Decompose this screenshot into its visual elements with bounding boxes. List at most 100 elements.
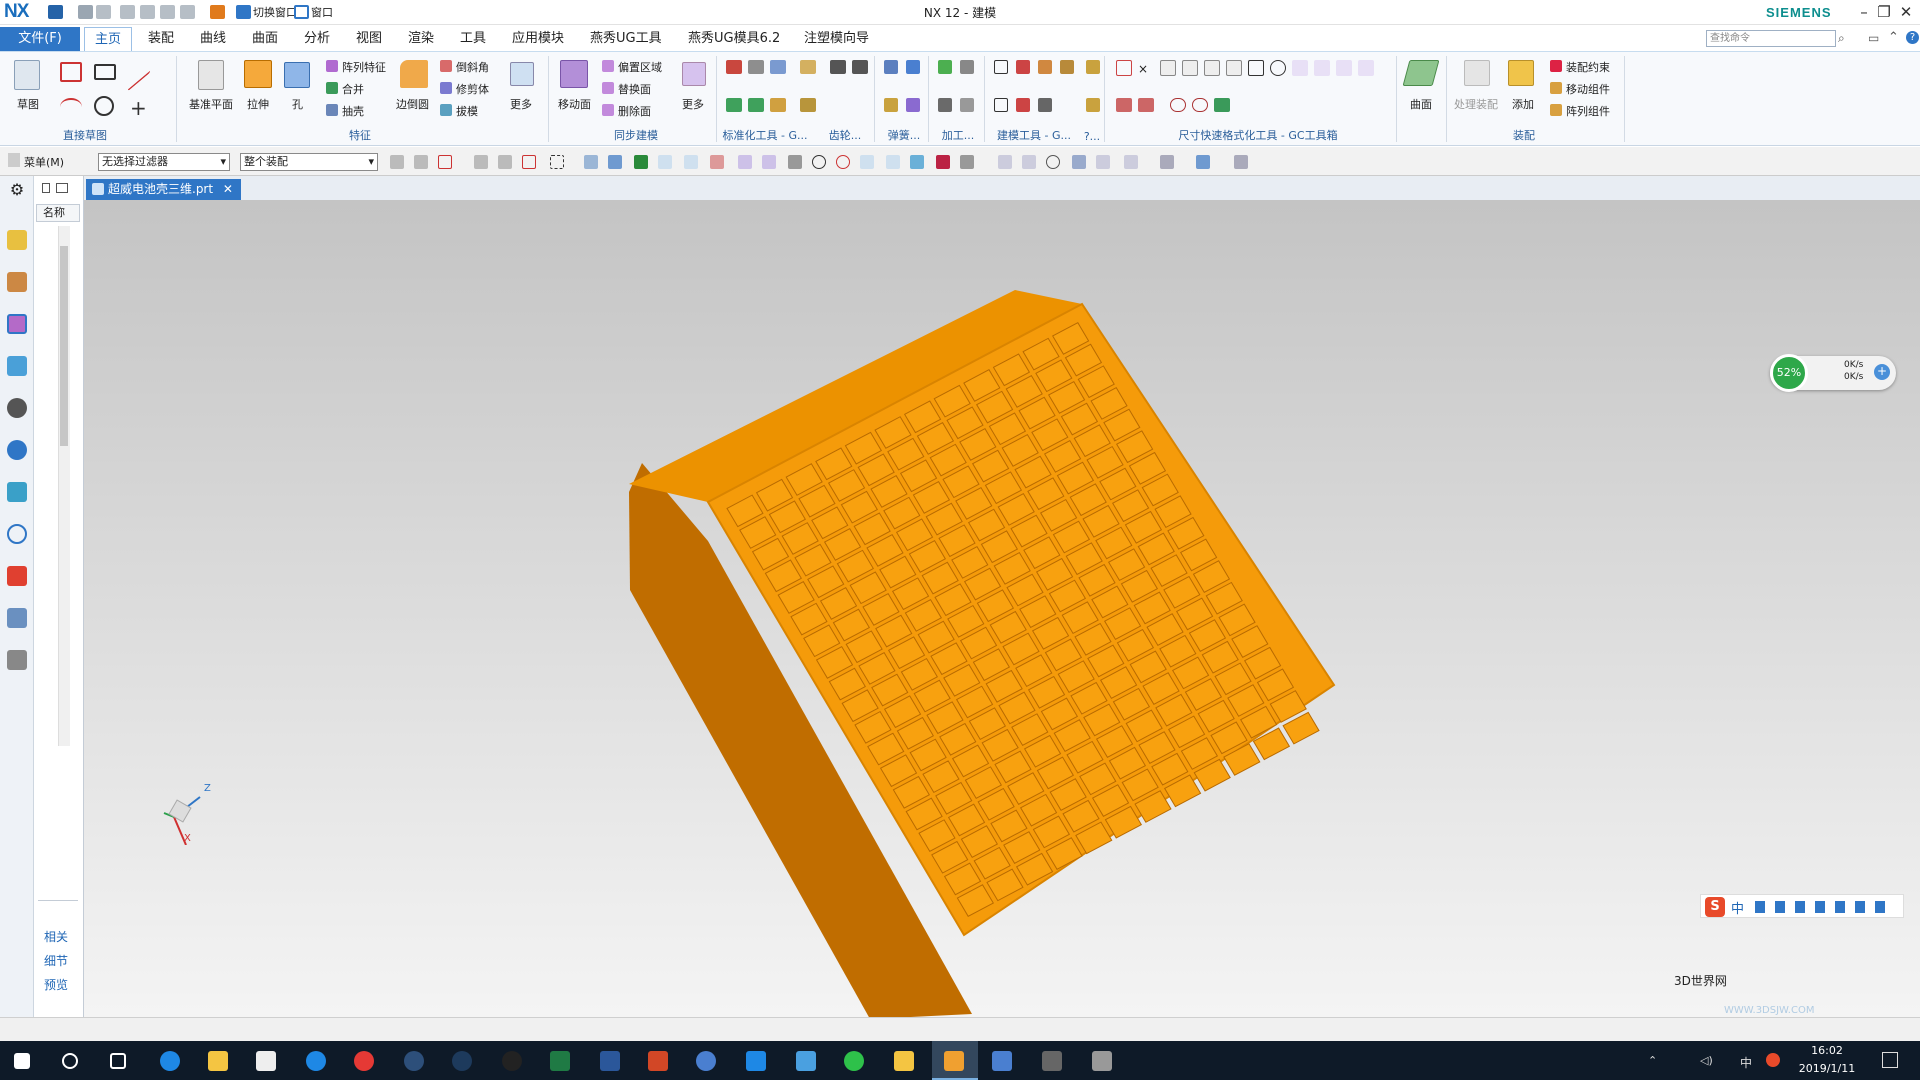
menu-button[interactable]: 菜单(M): [24, 154, 64, 170]
standard-part-icon[interactable]: [748, 98, 764, 112]
snap-tool-icon[interactable]: [910, 155, 924, 169]
view-tool-icon[interactable]: [998, 155, 1012, 169]
pin-icon[interactable]: [42, 183, 50, 193]
feature-more-button[interactable]: 更多: [510, 96, 532, 112]
move-component-button[interactable]: 移动组件: [1566, 81, 1610, 97]
accelerate-icon[interactable]: +: [1874, 364, 1890, 380]
settings-gear-icon[interactable]: ⚙: [7, 180, 27, 200]
tab-curve[interactable]: 曲线: [190, 27, 236, 51]
app-icon[interactable]: [746, 1051, 766, 1071]
dimension-format-icon[interactable]: [1248, 60, 1264, 76]
selection-tool-icon[interactable]: [522, 155, 536, 169]
snap-tool-icon[interactable]: [710, 155, 724, 169]
browser-icon[interactable]: [306, 1051, 326, 1071]
dimension-format-icon[interactable]: [1182, 60, 1198, 76]
view-tool-icon[interactable]: [1096, 155, 1110, 169]
part-model-view[interactable]: [84, 200, 1920, 1017]
related-section-button[interactable]: 相关: [44, 928, 68, 945]
tab-home[interactable]: 主页: [84, 27, 133, 51]
view-tool-icon[interactable]: [1046, 155, 1060, 169]
app-icon[interactable]: [1042, 1051, 1062, 1071]
selection-tool-icon[interactable]: [550, 155, 564, 169]
tab-analysis[interactable]: 分析: [294, 27, 340, 51]
snap-tool-icon[interactable]: [684, 155, 698, 169]
selection-tool-icon[interactable]: [438, 155, 452, 169]
standard-part-icon[interactable]: [800, 98, 816, 112]
unite-icon[interactable]: [326, 82, 338, 94]
detail-section-button[interactable]: 细节: [44, 952, 68, 969]
tab-yanxiu-ug-mold[interactable]: 燕秀UG模具6.2: [678, 27, 790, 51]
snap-tool-icon[interactable]: [788, 155, 802, 169]
ime-toolbar[interactable]: S 中: [1700, 894, 1904, 918]
point-icon[interactable]: +: [130, 96, 147, 120]
feature-more-icon[interactable]: [510, 62, 534, 86]
dimension-format-icon[interactable]: [1160, 60, 1176, 76]
snap-tool-icon[interactable]: [584, 155, 598, 169]
excel-icon[interactable]: [550, 1051, 570, 1071]
ribbon-options-icon[interactable]: ▭: [1868, 31, 1879, 45]
move-face-button[interactable]: 移动面: [558, 96, 591, 112]
process-assembly-icon[interactable]: [1464, 60, 1490, 86]
file-explorer-icon[interactable]: [208, 1051, 228, 1071]
preview-section-button[interactable]: 预览: [44, 976, 68, 993]
standard-part-icon[interactable]: [800, 60, 816, 74]
part-navigator-icon[interactable]: [7, 314, 27, 334]
graphics-window[interactable]: Z X 52% 0K/s 0K/s + S 中 3D世界网 WWW.3DSJW.…: [84, 200, 1920, 1017]
sketch-button[interactable]: 草图: [17, 96, 39, 112]
app-icon[interactable]: [992, 1051, 1012, 1071]
spring-icon[interactable]: [884, 60, 898, 74]
pattern-feature-button[interactable]: 阵列特征: [342, 59, 386, 75]
standard-part-icon[interactable]: [726, 60, 742, 74]
nx-app-icon[interactable]: [944, 1051, 964, 1071]
snap-tool-icon[interactable]: [634, 155, 648, 169]
shell-icon[interactable]: [326, 104, 338, 116]
modeling-tool-icon[interactable]: [1016, 98, 1030, 112]
dimension-format-icon[interactable]: [1116, 98, 1132, 112]
clock-date[interactable]: 2019/1/11: [1790, 1062, 1864, 1075]
tab-view[interactable]: 视图: [346, 27, 392, 51]
view-tool-icon[interactable]: [1072, 155, 1086, 169]
view-tool-icon[interactable]: [1234, 155, 1248, 169]
search-icon[interactable]: ⌕: [1838, 31, 1845, 46]
snap-tool-icon[interactable]: [812, 155, 826, 169]
modeling-tool-icon[interactable]: [1060, 60, 1074, 74]
network-monitor-widget[interactable]: 52% 0K/s 0K/s +: [1770, 354, 1896, 392]
dimension-format-icon[interactable]: [1270, 60, 1286, 76]
constraint-navigator-icon[interactable]: [7, 272, 27, 292]
search-icon[interactable]: [62, 1053, 78, 1069]
modeling-tool-icon[interactable]: [994, 60, 1008, 74]
dimension-format-icon[interactable]: [1292, 60, 1308, 76]
wechat-icon[interactable]: [844, 1051, 864, 1071]
sketch-icon[interactable]: [14, 60, 40, 90]
tab-file[interactable]: 文件(F): [0, 27, 80, 51]
draft-button[interactable]: 拔模: [456, 103, 478, 119]
menu-icon[interactable]: [8, 153, 20, 167]
shell-button[interactable]: 抽壳: [342, 103, 364, 119]
type-filter-select[interactable]: 无选择过滤器: [98, 153, 230, 171]
snap-tool-icon[interactable]: [936, 155, 950, 169]
selection-scope-select[interactable]: 整个装配: [240, 153, 378, 171]
chamfer-icon[interactable]: [440, 60, 452, 72]
tab-mold-wizard[interactable]: 注塑模向导: [794, 27, 879, 51]
document-tab[interactable]: 超威电池壳三维.prt ✕: [86, 179, 241, 200]
draft-icon[interactable]: [440, 104, 452, 116]
snap-tool-icon[interactable]: [608, 155, 622, 169]
app-icon[interactable]: [1092, 1051, 1112, 1071]
trim-body-icon[interactable]: [440, 82, 452, 94]
pattern-component-button[interactable]: 阵列组件: [1566, 103, 1610, 119]
view-tool-icon[interactable]: [1124, 155, 1138, 169]
restore-button[interactable]: ❐: [1872, 2, 1896, 22]
tab-assembly[interactable]: 装配: [138, 27, 184, 51]
tab-yanxiu-ug-tools[interactable]: 燕秀UG工具: [580, 27, 672, 51]
standard-part-icon[interactable]: [770, 60, 786, 74]
snap-tool-icon[interactable]: [658, 155, 672, 169]
pattern-feature-icon[interactable]: [326, 60, 338, 72]
reuse-library-icon[interactable]: [7, 356, 27, 376]
modeling-tool-icon[interactable]: [1016, 60, 1030, 74]
clock-time[interactable]: 16:02: [1790, 1044, 1864, 1057]
dimension-format-icon[interactable]: [1226, 60, 1242, 76]
assembly-navigator-icon[interactable]: [7, 230, 27, 250]
arc-icon[interactable]: [60, 98, 82, 116]
replace-face-button[interactable]: 替换面: [618, 81, 651, 97]
profile-icon[interactable]: [60, 62, 82, 82]
